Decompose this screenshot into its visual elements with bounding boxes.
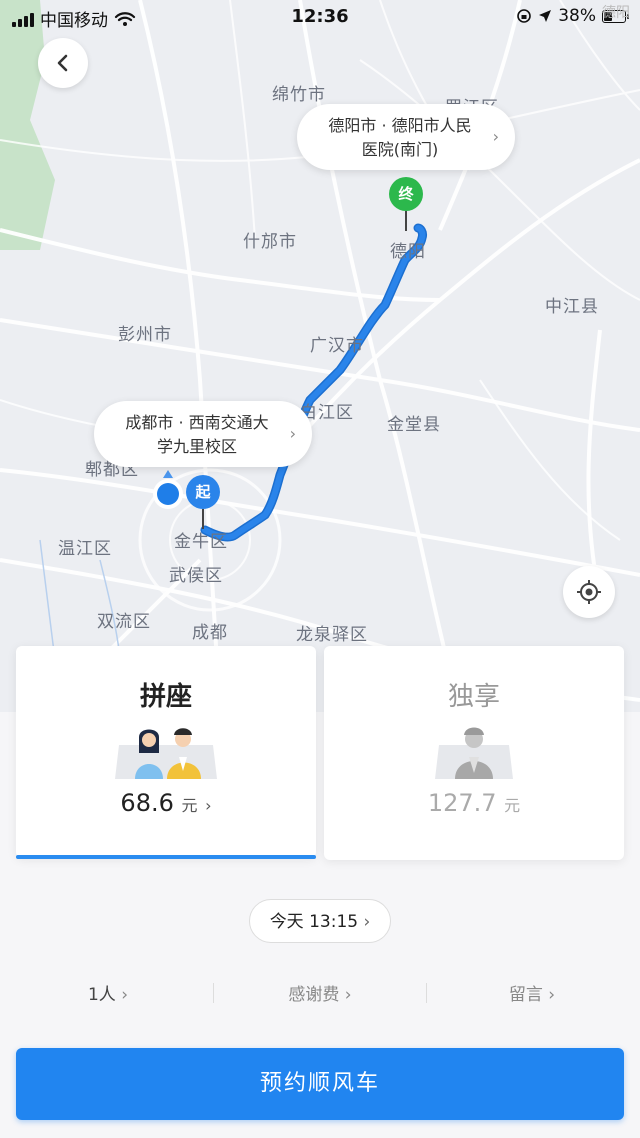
crosshair-icon <box>577 580 601 604</box>
city-label: 德阳 <box>390 242 426 262</box>
price-unit: 元 <box>504 796 521 815</box>
rotation-lock-icon <box>517 9 532 23</box>
chevron-right-icon: › <box>492 127 499 146</box>
option-title: 拼座 <box>139 682 192 712</box>
map-view[interactable]: 绵竹市 罗江区 什邡市 德阳 中江县 彭州市 广汉市 白江区 金堂县 郫都区 温… <box>0 0 640 712</box>
city-label: 什邡市 <box>243 232 297 252</box>
start-marker-label: 起 <box>195 483 211 501</box>
price-value: 127.7 <box>427 789 497 817</box>
status-bar: 中国移动 12:36 38% <box>0 0 640 34</box>
chevron-right-icon: › <box>363 912 371 932</box>
city-label: 温江区 <box>58 539 112 559</box>
divider <box>426 983 427 1003</box>
option-price: 68.6 元 › <box>16 789 316 817</box>
destination-bubble[interactable]: 德阳市 · 德阳市人民 医院(南门) › <box>297 104 515 170</box>
option-card-carpool[interactable]: 拼座 68.6 元 › <box>16 646 316 858</box>
selected-indicator <box>16 855 316 859</box>
passenger-count-selector[interactable]: 1人 › <box>58 980 158 1005</box>
city-label: 成都 <box>192 623 228 643</box>
tip-selector[interactable]: 感谢费 › <box>262 980 378 1005</box>
city-label: 双流区 <box>97 612 151 632</box>
exclusive-illustration <box>419 723 529 781</box>
chevron-right-icon: › <box>344 985 352 1005</box>
departure-time: 今天 13:15 <box>269 912 359 932</box>
carpool-illustration <box>111 723 221 781</box>
location-arrow-icon <box>539 10 552 22</box>
price-value: 68.6 <box>120 789 174 817</box>
origin-line1: 成都市 · 西南交通大 <box>125 413 269 432</box>
city-label: 绵竹市 <box>272 85 326 105</box>
locate-button[interactable] <box>563 566 615 618</box>
marker-stem <box>202 509 204 529</box>
watermark: 德阳 <box>602 5 630 21</box>
destination-line1: 德阳市 · 德阳市人民 <box>328 116 472 135</box>
option-title: 独享 <box>447 682 500 712</box>
origin-line2: 学九里校区 <box>156 437 237 456</box>
tip-label: 感谢费 <box>288 985 340 1005</box>
marker-stem <box>405 211 407 231</box>
city-label: 中江县 <box>545 297 599 317</box>
city-label: 金堂县 <box>387 415 441 435</box>
option-card-exclusive[interactable]: 独享 127.7 元 <box>324 646 624 860</box>
city-label: 广汉市 <box>310 336 364 356</box>
divider <box>213 983 214 1003</box>
message-label: 留言 <box>508 985 543 1005</box>
city-label: 彭州市 <box>118 325 172 345</box>
chevron-right-icon: › <box>548 985 556 1005</box>
city-label: 龙泉驿区 <box>296 625 368 645</box>
passenger-count: 1人 <box>87 985 116 1005</box>
chevron-right-icon: › <box>121 985 129 1005</box>
end-marker: 终 <box>389 177 423 231</box>
chevron-right-icon: › <box>289 424 296 443</box>
back-button[interactable] <box>38 38 88 88</box>
city-label: 金牛区 <box>174 532 228 552</box>
origin-bubble[interactable]: 成都市 · 西南交通大 学九里校区 › <box>94 401 312 467</box>
end-marker-label: 终 <box>398 185 414 203</box>
option-price: 127.7 元 <box>324 789 624 817</box>
book-ride-button[interactable]: 预约顺风车 <box>16 1048 624 1120</box>
start-marker: 起 <box>186 475 220 529</box>
battery-percent: 38% <box>558 6 596 26</box>
destination-line2: 医院(南门) <box>361 140 439 159</box>
city-label: 武侯区 <box>169 566 223 586</box>
message-selector[interactable]: 留言 › <box>482 980 582 1005</box>
price-unit: 元 <box>181 796 198 815</box>
departure-time-button[interactable]: 今天 13:15 › <box>249 899 391 943</box>
chevron-left-icon <box>57 54 68 72</box>
chevron-right-icon: › <box>205 796 212 815</box>
